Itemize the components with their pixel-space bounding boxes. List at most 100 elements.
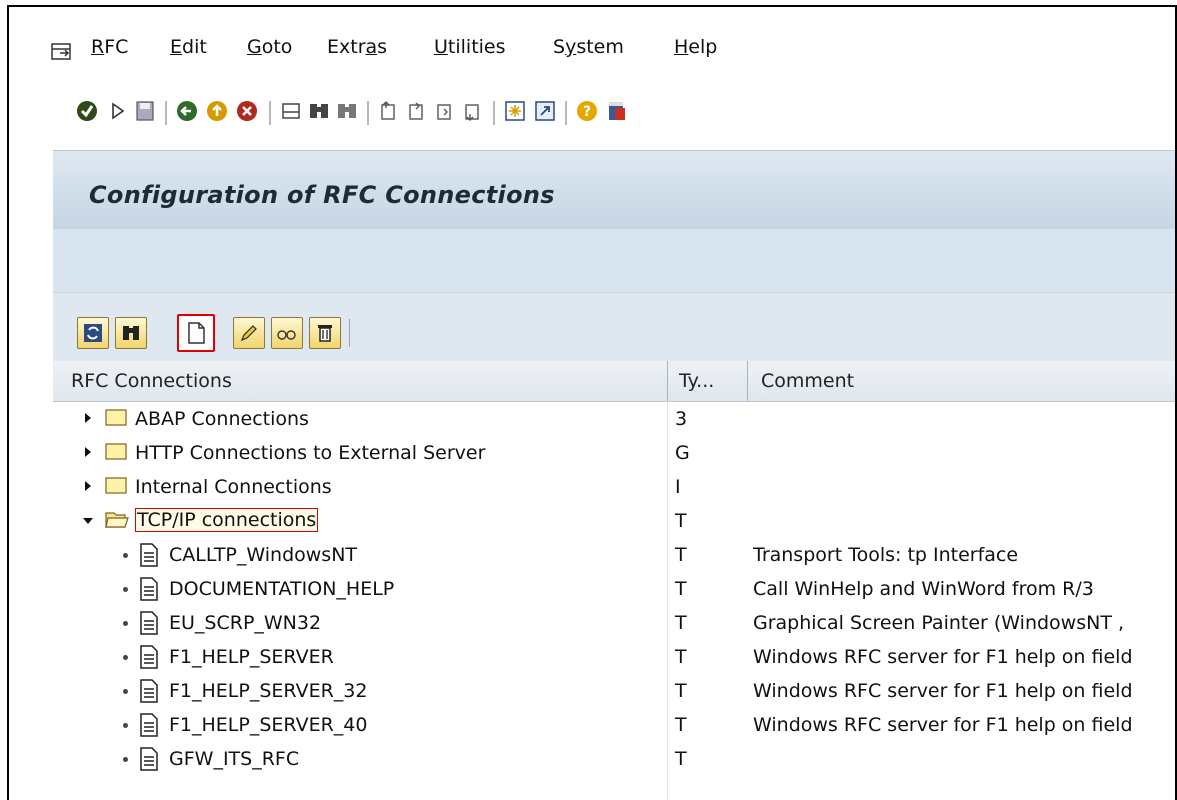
save-icon[interactable] xyxy=(133,99,157,123)
play-icon[interactable] xyxy=(105,99,129,123)
refresh-button[interactable] xyxy=(77,317,109,349)
tree-item-row[interactable]: F1_HELP_SERVER_32 T Windows RFC server for… xyxy=(53,675,1175,709)
last-page-icon[interactable] xyxy=(461,99,485,123)
display-button[interactable] xyxy=(271,317,303,349)
document-icon xyxy=(140,679,158,703)
connection-type: T xyxy=(675,714,687,736)
menu-help[interactable]: Help xyxy=(674,36,717,58)
folder-icon xyxy=(105,477,127,494)
application-toolbar-area xyxy=(53,229,1175,292)
connection-type: 3 xyxy=(675,408,688,430)
document-icon xyxy=(140,611,158,635)
column-header-type[interactable]: Ty... xyxy=(679,370,714,392)
column-header-rfc-connections[interactable]: RFC Connections xyxy=(71,370,232,392)
menu-goto[interactable]: Goto xyxy=(247,36,292,58)
enter-icon[interactable] xyxy=(75,99,99,123)
svg-text:?: ? xyxy=(583,104,591,120)
cancel-icon[interactable] xyxy=(235,99,259,123)
connection-name[interactable]: CALLTP_WindowsNT xyxy=(169,544,357,566)
tree-item-row[interactable]: DOCUMENTATION_HELP T Call WinHelp and WinW… xyxy=(53,573,1175,607)
open-folder-icon xyxy=(105,512,129,528)
find-button[interactable] xyxy=(115,317,147,349)
tree-leaf-bullet xyxy=(123,621,128,626)
expand-arrow-icon[interactable] xyxy=(85,413,91,423)
connection-group-name[interactable]: TCP/IP connections xyxy=(135,508,319,532)
menu-bar: RFC Edit Goto Extras Utilities System He… xyxy=(9,7,1175,89)
menu-rfc[interactable]: RFC xyxy=(91,36,128,58)
tree-folder-row[interactable]: HTTP Connections to External Server G xyxy=(53,437,1175,471)
previous-page-icon[interactable] xyxy=(405,99,429,123)
edit-icon xyxy=(240,325,257,342)
tree-folder-row[interactable]: TCP/IP connections T xyxy=(53,505,1175,539)
create-session-icon[interactable] xyxy=(503,99,527,123)
connection-group-name[interactable]: ABAP Connections xyxy=(135,408,309,430)
find-icon[interactable] xyxy=(307,99,331,123)
menu-edit[interactable]: Edit xyxy=(170,36,207,58)
exit-icon[interactable] xyxy=(205,99,229,123)
find-next-icon[interactable] xyxy=(335,99,359,123)
refresh-icon xyxy=(84,324,102,342)
tree-folder-row[interactable]: Internal Connections I xyxy=(53,471,1175,505)
tree-item-row[interactable]: EU_SCRP_WN32 T Graphical Screen Painter (W… xyxy=(53,607,1175,641)
shortcut-icon[interactable] xyxy=(533,99,557,123)
tree-item-row[interactable]: GFW_ITS_RFC T xyxy=(53,743,1175,777)
folder-icon xyxy=(105,443,127,460)
tree-leaf-bullet xyxy=(123,655,128,660)
back-icon[interactable] xyxy=(175,99,199,123)
connection-comment: Windows RFC server for F1 help on field xyxy=(753,646,1133,668)
connection-type: T xyxy=(675,612,687,634)
help-icon[interactable]: ? xyxy=(575,99,599,123)
connection-type: T xyxy=(675,680,687,702)
tree-leaf-bullet xyxy=(123,587,128,592)
connection-group-name[interactable]: HTTP Connections to External Server xyxy=(135,442,485,464)
sap-window: RFC Edit Goto Extras Utilities System He… xyxy=(7,5,1177,800)
tree-item-row[interactable]: F1_HELP_SERVER_40 T Windows RFC server for… xyxy=(53,709,1175,743)
collapse-arrow-icon[interactable] xyxy=(83,518,93,524)
create-icon xyxy=(188,322,205,344)
connection-type: G xyxy=(675,442,690,464)
connection-name[interactable]: EU_SCRP_WN32 xyxy=(169,612,321,634)
connection-comment: Transport Tools: tp Interface xyxy=(753,544,1019,566)
menu-extras[interactable]: Extras xyxy=(327,36,387,58)
tree-toolbar xyxy=(53,293,1175,361)
delete-icon xyxy=(318,325,332,342)
connection-comment: Graphical Screen Painter (WindowsNT , xyxy=(753,612,1125,634)
menu-utilities[interactable]: Utilities xyxy=(434,36,506,58)
connection-name[interactable]: DOCUMENTATION_HELP xyxy=(169,578,394,600)
connection-type: T xyxy=(675,578,687,600)
tree-folder-row[interactable]: ABAP Connections 3 xyxy=(53,403,1175,437)
connection-name[interactable]: GFW_ITS_RFC xyxy=(169,748,299,770)
connection-comment: Call WinHelp and WinWord from R/3 xyxy=(753,578,1094,600)
first-page-icon[interactable] xyxy=(377,99,401,123)
tree-leaf-bullet xyxy=(123,723,128,728)
tree-item-row[interactable]: F1_HELP_SERVER T Windows RFC server for F1… xyxy=(53,641,1175,675)
rfc-connections-tree: RFC Connections Ty... Comment ABAP Conne… xyxy=(53,361,1175,800)
delete-button[interactable] xyxy=(309,317,341,349)
tree-leaf-bullet xyxy=(123,553,128,558)
connection-name[interactable]: F1_HELP_SERVER xyxy=(169,646,334,668)
connection-comment: Windows RFC server for F1 help on field xyxy=(753,714,1133,736)
page-title: Configuration of RFC Connections xyxy=(89,181,555,209)
document-icon xyxy=(140,713,158,737)
connection-name[interactable]: F1_HELP_SERVER_32 xyxy=(169,680,367,702)
next-page-icon[interactable] xyxy=(433,99,457,123)
expand-arrow-icon[interactable] xyxy=(85,447,91,457)
edit-button[interactable] xyxy=(233,317,265,349)
connection-group-name[interactable]: Internal Connections xyxy=(135,476,332,498)
system-menu-icon[interactable] xyxy=(51,43,73,61)
folder-icon xyxy=(105,409,127,426)
print-icon[interactable] xyxy=(279,99,303,123)
connection-name[interactable]: F1_HELP_SERVER_40 xyxy=(169,714,367,736)
create-button[interactable] xyxy=(177,314,215,352)
menu-system[interactable]: System xyxy=(553,36,624,58)
expand-arrow-icon[interactable] xyxy=(85,481,91,491)
tree-leaf-bullet xyxy=(123,757,128,762)
document-icon xyxy=(140,577,158,601)
tree-leaf-bullet xyxy=(123,689,128,694)
column-header-comment[interactable]: Comment xyxy=(761,370,854,392)
customize-layout-icon[interactable] xyxy=(605,99,629,123)
display-icon xyxy=(277,330,296,340)
connection-type: T xyxy=(675,544,687,566)
tree-item-row[interactable]: CALLTP_WindowsNT T Transport Tools: tp Int… xyxy=(53,539,1175,573)
connection-type: T xyxy=(675,748,687,770)
